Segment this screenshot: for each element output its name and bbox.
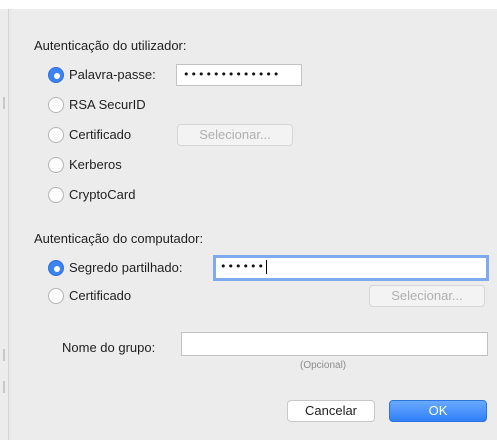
group-name-optional-hint: (Opcional): [300, 360, 347, 371]
radio-user-certificate[interactable]: [48, 127, 64, 143]
computer-certificate-select-button[interactable]: Selecionar...: [369, 285, 485, 307]
radio-user-password-label: Palavra-passe:: [69, 67, 156, 82]
radio-user-cryptocard-label: CryptoCard: [69, 187, 136, 202]
window-top-edge: [0, 0, 497, 9]
authentication-settings-panel: Autenticação do utilizador: Palavra-pass…: [12, 9, 497, 440]
shared-secret-field[interactable]: ••••••: [213, 255, 489, 281]
radio-user-password[interactable]: [48, 67, 64, 83]
ok-button[interactable]: OK: [389, 400, 487, 422]
edge-tick: [3, 381, 5, 393]
radio-computer-shared-secret[interactable]: [48, 260, 64, 276]
edge-tick: [3, 349, 5, 361]
radio-computer-shared-secret-label: Segredo partilhado:: [69, 260, 183, 275]
group-name-field[interactable]: [181, 332, 488, 356]
user-password-field[interactable]: •••••••••••••: [176, 64, 302, 86]
radio-user-rsa-securid-label: RSA SecurID: [69, 97, 146, 112]
cancel-button[interactable]: Cancelar: [287, 400, 375, 422]
edge-tick: [3, 97, 5, 109]
shared-secret-value: ••••••: [220, 260, 265, 273]
radio-user-cryptocard[interactable]: [48, 187, 64, 203]
group-name-label: Nome do grupo:: [62, 340, 156, 355]
user-auth-heading: Autenticação do utilizador:: [34, 38, 187, 53]
text-caret: [265, 260, 267, 274]
left-sidebar-edge: [0, 9, 9, 440]
radio-user-rsa-securid[interactable]: [48, 97, 64, 113]
radio-computer-certificate-label: Certificado: [69, 288, 132, 303]
computer-auth-heading: Autenticação do computador:: [34, 231, 204, 246]
radio-user-kerberos[interactable]: [48, 157, 64, 173]
radio-user-kerberos-label: Kerberos: [69, 157, 122, 172]
user-certificate-select-button[interactable]: Selecionar...: [177, 124, 293, 146]
radio-user-certificate-label: Certificado: [69, 127, 132, 142]
radio-computer-certificate[interactable]: [48, 288, 64, 304]
